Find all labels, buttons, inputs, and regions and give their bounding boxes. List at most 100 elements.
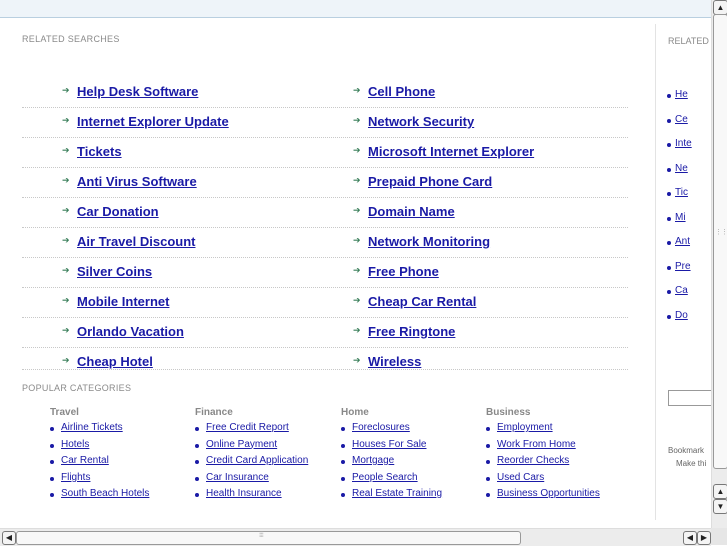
horizontal-scrollbar[interactable]: ◀ ⁞⁞⁞⁞ ◀ ▶ bbox=[0, 528, 711, 546]
vertical-scrollbar[interactable]: ▲ ⋮⋮ ▲ ▼ bbox=[711, 0, 727, 528]
bullet-icon bbox=[667, 216, 671, 221]
bullet-icon bbox=[667, 290, 671, 294]
related-searches-list: ➔ Help Desk Software ➔ Cell Phone ➔ Internet … bbox=[22, 78, 628, 377]
related-search-row: ➔ Tickets ➔ Microsoft Internet Explorer bbox=[22, 138, 628, 168]
related-search-link[interactable]: Free Ringtone bbox=[368, 324, 455, 339]
scrollbar-corner bbox=[711, 528, 727, 545]
category-column: Business Employment Work From Home Reorder … bbox=[486, 407, 626, 505]
category-link[interactable]: Flights bbox=[50, 472, 190, 489]
category-link[interactable]: Mortgage bbox=[341, 455, 481, 472]
related-search-link[interactable]: Cheap Car Rental bbox=[368, 294, 476, 309]
scroll-left-icon[interactable]: ◀ bbox=[2, 531, 16, 545]
related-search-link[interactable]: Mobile Internet bbox=[77, 294, 169, 309]
bullet-icon bbox=[667, 241, 671, 245]
arrow-right-icon: ➔ bbox=[353, 85, 361, 95]
right-panel-title: RELATED bbox=[668, 36, 709, 46]
category-heading: Business bbox=[486, 407, 531, 418]
category-link[interactable]: Health Insurance bbox=[195, 488, 335, 505]
arrow-right-icon: ➔ bbox=[62, 235, 70, 245]
related-search-link[interactable]: Help Desk Software bbox=[77, 84, 198, 99]
right-panel-link[interactable]: Tic bbox=[675, 187, 688, 198]
category-link[interactable]: Car Rental bbox=[50, 455, 190, 472]
right-panel-link[interactable]: He bbox=[675, 89, 688, 100]
category-link[interactable]: Foreclosures bbox=[341, 422, 481, 439]
right-panel-link[interactable]: Mi bbox=[675, 212, 686, 223]
related-search-link[interactable]: Internet Explorer Update bbox=[77, 114, 229, 129]
right-panel-link[interactable]: Pre bbox=[675, 261, 691, 272]
category-link[interactable]: Real Estate Training bbox=[341, 488, 481, 505]
related-searches-title: RELATED SEARCHES bbox=[22, 34, 120, 44]
arrow-right-icon: ➔ bbox=[353, 175, 361, 185]
related-search-row: ➔ Mobile Internet ➔ Cheap Car Rental bbox=[22, 288, 628, 318]
related-search-link[interactable]: Domain Name bbox=[368, 204, 455, 219]
category-link[interactable]: Business Opportunities bbox=[486, 488, 626, 505]
related-search-row: ➔ Car Donation ➔ Domain Name bbox=[22, 198, 628, 228]
right-panel-link[interactable]: Do bbox=[675, 310, 688, 321]
bullet-icon bbox=[667, 167, 671, 172]
related-search-link[interactable]: Prepaid Phone Card bbox=[368, 174, 492, 189]
category-column: Finance Free Credit Report Online Payment C… bbox=[195, 407, 335, 505]
related-search-row: ➔ Silver Coins ➔ Free Phone bbox=[22, 258, 628, 288]
related-search-row: ➔ Internet Explorer Update ➔ Network Securi… bbox=[22, 108, 628, 138]
bullet-icon bbox=[667, 94, 671, 98]
related-search-link[interactable]: Microsoft Internet Explorer bbox=[368, 144, 534, 159]
scroll-left-small-icon[interactable]: ◀ bbox=[683, 531, 697, 545]
category-link[interactable]: South Beach Hotels bbox=[50, 488, 190, 505]
right-panel-link[interactable]: Ant bbox=[675, 236, 690, 247]
category-link[interactable]: Houses For Sale bbox=[341, 439, 481, 456]
related-search-row: ➔ Anti Virus Software ➔ Prepaid Phone Card bbox=[22, 168, 628, 198]
category-link[interactable]: People Search bbox=[341, 472, 481, 489]
category-link[interactable]: Employment bbox=[486, 422, 626, 439]
category-link[interactable]: Reorder Checks bbox=[486, 455, 626, 472]
related-search-link[interactable]: Car Donation bbox=[77, 204, 159, 219]
related-search-link[interactable]: Silver Coins bbox=[77, 264, 152, 279]
scroll-down-icon[interactable]: ▼ bbox=[713, 499, 727, 514]
related-search-link[interactable]: Air Travel Discount bbox=[77, 234, 195, 249]
related-search-link[interactable]: Free Phone bbox=[368, 264, 439, 279]
arrow-right-icon: ➔ bbox=[62, 205, 70, 215]
right-panel-search-input[interactable] bbox=[668, 390, 711, 406]
bullet-icon bbox=[667, 314, 671, 319]
make-homepage-text[interactable]: Make thi bbox=[676, 459, 706, 468]
related-search-link[interactable]: Network Monitoring bbox=[368, 234, 490, 249]
related-search-link[interactable]: Wireless bbox=[368, 354, 421, 369]
category-link[interactable]: Used Cars bbox=[486, 472, 626, 489]
category-link[interactable]: Online Payment bbox=[195, 439, 335, 456]
arrow-right-icon: ➔ bbox=[62, 175, 70, 185]
category-link[interactable]: Free Credit Report bbox=[195, 422, 335, 439]
horizontal-grip-icon: ⁞⁞⁞⁞ bbox=[259, 532, 264, 539]
vertical-scroll-thumb[interactable] bbox=[713, 14, 727, 469]
arrow-right-icon: ➔ bbox=[353, 145, 361, 155]
related-search-link[interactable]: Anti Virus Software bbox=[77, 174, 197, 189]
category-link[interactable]: Work From Home bbox=[486, 439, 626, 456]
arrow-right-icon: ➔ bbox=[353, 355, 361, 365]
bookmark-text[interactable]: Bookmark bbox=[668, 446, 704, 455]
horizontal-scroll-thumb[interactable] bbox=[16, 531, 521, 545]
arrow-right-icon: ➔ bbox=[62, 355, 70, 365]
right-panel-link[interactable]: Ce bbox=[675, 114, 688, 125]
related-search-link[interactable]: Network Security bbox=[368, 114, 474, 129]
bullet-icon bbox=[667, 118, 671, 123]
related-search-row: ➔ Orlando Vacation ➔ Free Ringtone bbox=[22, 318, 628, 348]
section-divider bbox=[22, 369, 628, 370]
arrow-right-icon: ➔ bbox=[353, 205, 361, 215]
main-content: RELATED SEARCHES ➔ Help Desk Software ➔ Cel… bbox=[0, 18, 711, 528]
category-column: Home Foreclosures Houses For Sale Mortgage P… bbox=[341, 407, 481, 505]
bullet-icon bbox=[667, 192, 671, 196]
related-search-link[interactable]: Orlando Vacation bbox=[77, 324, 184, 339]
right-panel-link[interactable]: Ca bbox=[675, 285, 688, 296]
scroll-up-small-icon[interactable]: ▲ bbox=[713, 484, 727, 499]
related-search-link[interactable]: Cell Phone bbox=[368, 84, 435, 99]
arrow-right-icon: ➔ bbox=[353, 295, 361, 305]
category-link[interactable]: Car Insurance bbox=[195, 472, 335, 489]
related-search-link[interactable]: Cheap Hotel bbox=[77, 354, 153, 369]
scroll-up-icon[interactable]: ▲ bbox=[713, 0, 727, 15]
right-panel-link[interactable]: Ne bbox=[675, 163, 688, 174]
category-link[interactable]: Credit Card Application bbox=[195, 455, 335, 472]
scroll-right-icon[interactable]: ▶ bbox=[697, 531, 711, 545]
related-search-link[interactable]: Tickets bbox=[77, 144, 122, 159]
right-panel-link[interactable]: Inte bbox=[675, 138, 692, 149]
arrow-right-icon: ➔ bbox=[62, 325, 70, 335]
category-link[interactable]: Airline Tickets bbox=[50, 422, 190, 439]
category-link[interactable]: Hotels bbox=[50, 439, 190, 456]
